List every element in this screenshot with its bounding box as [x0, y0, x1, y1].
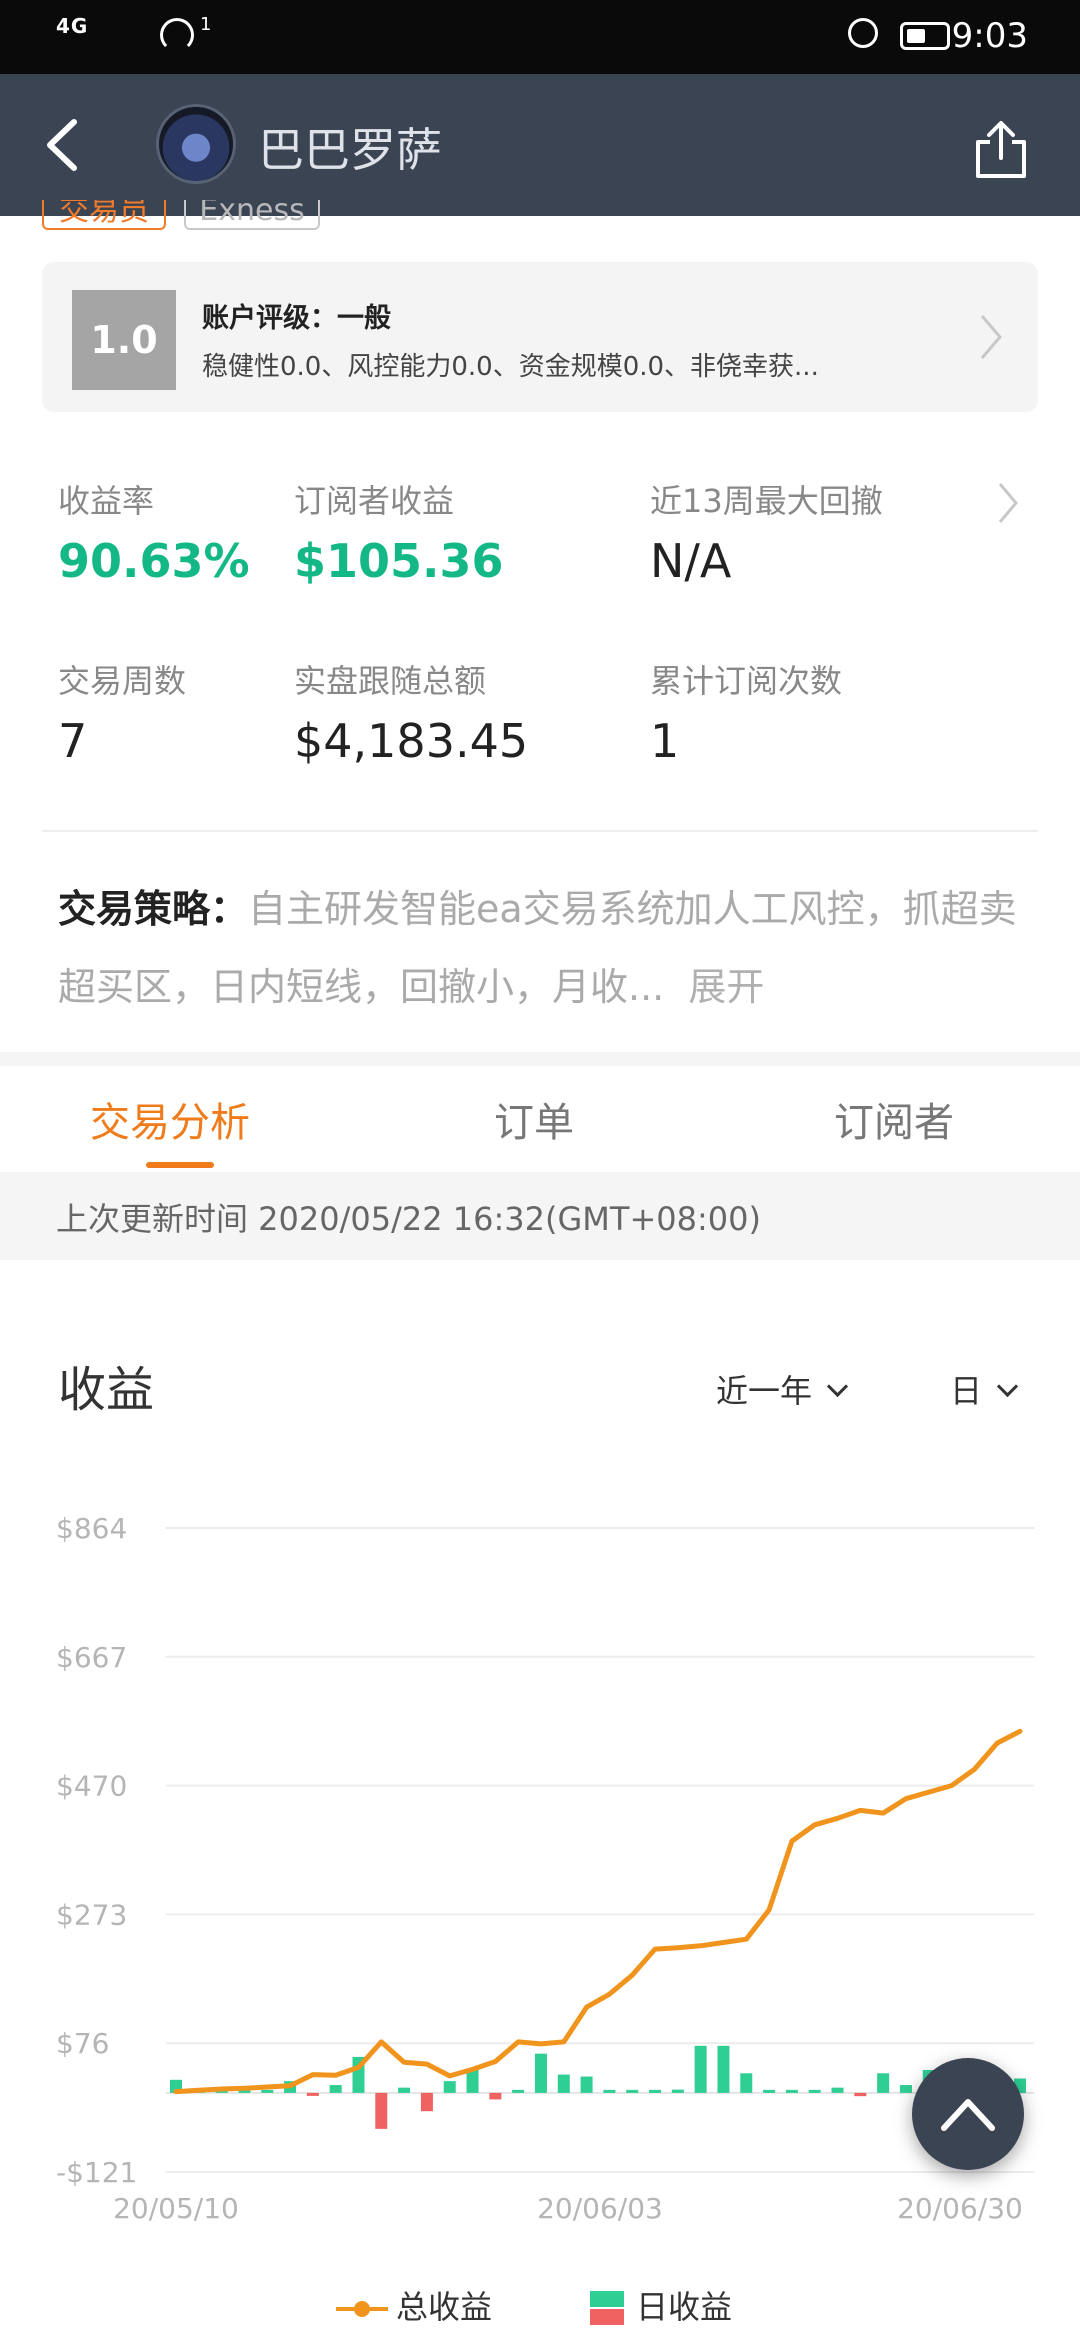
x-tick-label: 20/05/10	[113, 2192, 239, 2225]
daily-profit-bar	[694, 2045, 707, 2093]
chevron-down-icon	[826, 1375, 849, 1398]
daily-profit-bar	[512, 2089, 525, 2093]
chevron-down-icon	[996, 1375, 1019, 1398]
chevron-right-icon	[980, 315, 1002, 359]
legend-daily: 日收益	[590, 2282, 732, 2329]
alarm-icon	[848, 18, 878, 48]
stat-label-subscriber-profit: 订阅者收益	[294, 482, 455, 520]
daily-profit-bar	[557, 2074, 570, 2093]
stat-label-return-rate: 收益率	[58, 482, 155, 520]
expand-link[interactable]: 展开	[688, 965, 764, 1009]
daily-profit-bar	[763, 2089, 776, 2093]
app-header: 巴巴罗萨	[0, 74, 1080, 216]
daily-profit-bar	[717, 2045, 730, 2093]
wifi-count: 1	[200, 14, 212, 35]
update-bar: 上次更新时间 2020/05/22 16:32(GMT+08:00)	[0, 1172, 1080, 1260]
stat-label-max-drawdown: 近13周最大回撤	[650, 482, 883, 520]
x-tick-label: 20/06/03	[537, 2192, 663, 2225]
y-tick-label: $667	[56, 1641, 127, 1674]
section-gap	[0, 1052, 1080, 1066]
signal-indicator: 4G	[56, 14, 89, 38]
stat-value-follow-total: $4,183.45	[294, 714, 529, 768]
y-tick-label: -$121	[56, 2156, 137, 2189]
daily-profit-bar	[420, 2092, 433, 2112]
x-tick-label: 20/06/30	[897, 2192, 1023, 2225]
stat-label-subscription-count: 累计订阅次数	[650, 662, 843, 700]
daily-profit-bar	[580, 2076, 593, 2093]
daily-profit-bar	[671, 2089, 684, 2093]
page-title: 巴巴罗萨	[258, 123, 442, 177]
back-arrow-icon[interactable]	[40, 116, 84, 174]
range-dropdown-label: 近一年	[716, 1372, 813, 1410]
stat-value-return-rate: 90.63%	[58, 534, 250, 588]
divider	[42, 830, 1038, 832]
chevron-up-icon	[941, 2099, 995, 2131]
stat-value-trade-weeks: 7	[58, 714, 88, 768]
status-bar: 4G 1 9:03	[0, 0, 1080, 74]
daily-profit-bar	[398, 2087, 411, 2093]
account-rating-card[interactable]: 1.0 账户评级：一般 稳健性0.0、风控能力0.0、资金规模0.0、非侥幸获.…	[42, 262, 1038, 412]
y-tick-label: $76	[56, 2027, 109, 2060]
daily-profit-bar	[489, 2092, 502, 2100]
tab-trade-analysis[interactable]: 交易分析	[90, 1090, 250, 1148]
range-dropdown[interactable]: 近一年	[716, 1366, 849, 1412]
strategy-text: 交易策略：自主研发智能ea交易系统加人工风控，抓超卖超买区，日内短线，回撤小，月…	[58, 870, 1018, 1026]
battery-icon	[900, 22, 950, 50]
daily-profit-bar	[534, 2053, 547, 2093]
daily-profit-bar	[649, 2089, 662, 2093]
tab-indicator	[146, 1162, 214, 1168]
stat-value-max-drawdown: N/A	[650, 534, 732, 588]
daily-profit-bar	[808, 2089, 821, 2093]
stat-label-follow-total: 实盘跟随总额	[294, 662, 487, 700]
broker-tag: Exness	[184, 200, 320, 230]
daily-profit-bar	[306, 2092, 319, 2096]
daily-profit-bar	[854, 2092, 867, 2097]
daily-profit-bar	[831, 2087, 844, 2093]
y-tick-label: $273	[56, 1898, 127, 1931]
strategy-label: 交易策略：	[58, 887, 249, 931]
tab-subscribers[interactable]: 订阅者	[834, 1090, 954, 1148]
tab-orders[interactable]: 订单	[494, 1090, 574, 1148]
rating-title: 账户评级：一般	[202, 303, 391, 334]
stat-label-trade-weeks: 交易周数	[58, 662, 187, 700]
daily-profit-bar	[740, 2073, 753, 2093]
stat-value-subscription-count: 1	[650, 714, 680, 768]
daily-profit-bar	[877, 2073, 890, 2093]
daily-profit-bar	[785, 2089, 798, 2093]
legend-daily-label: 日收益	[636, 2288, 733, 2326]
daily-profit-bar	[443, 2081, 456, 2093]
avatar[interactable]	[156, 104, 236, 184]
legend-total-label: 总收益	[396, 2288, 493, 2326]
rating-score: 1.0	[72, 290, 176, 390]
clock: 9:03	[951, 16, 1028, 56]
daily-profit-bar	[899, 2085, 912, 2093]
period-dropdown[interactable]: 日	[950, 1366, 1019, 1412]
scroll-top-button[interactable]	[912, 2058, 1024, 2170]
share-icon[interactable]	[972, 118, 1030, 182]
daily-profit-bar	[603, 2089, 616, 2093]
daily-profit-bar	[329, 2085, 342, 2093]
daily-profit-bar	[261, 2089, 274, 2093]
period-dropdown-label: 日	[950, 1372, 983, 1410]
trader-tag: 交易员	[42, 200, 166, 230]
chevron-right-icon[interactable]	[996, 480, 1020, 526]
bar-legend-icon	[590, 2291, 624, 2325]
rating-description: 稳健性0.0、风控能力0.0、资金规模0.0、非侥幸获...	[202, 352, 819, 382]
wifi-icon	[160, 18, 194, 52]
last-update-text: 上次更新时间 2020/05/22 16:32(GMT+08:00)	[56, 1200, 761, 1238]
daily-profit-bar	[626, 2089, 639, 2093]
chart-title: 收益	[58, 1362, 155, 1418]
daily-profit-bar	[375, 2092, 388, 2129]
y-tick-label: $470	[56, 1770, 127, 1803]
legend-total: 总收益	[334, 2282, 492, 2328]
stat-value-subscriber-profit: $105.36	[294, 534, 504, 588]
line-legend-icon	[336, 2301, 388, 2317]
y-tick-label: $864	[56, 1512, 127, 1545]
